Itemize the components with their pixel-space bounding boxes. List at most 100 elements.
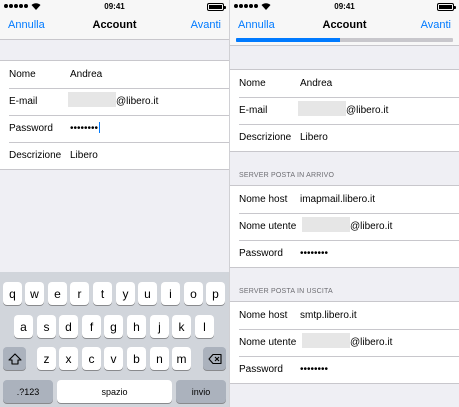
- key-h[interactable]: h: [127, 315, 146, 338]
- next-button[interactable]: Avanti: [191, 19, 221, 31]
- shift-key[interactable]: [3, 347, 26, 370]
- outgoing-user-field[interactable]: @libero.it: [302, 333, 393, 349]
- incoming-user-row[interactable]: Nome utente @libero.it: [230, 213, 459, 240]
- email-domain: @libero.it: [346, 105, 389, 117]
- navigation-bar: Annulla Account Avanti: [0, 14, 229, 40]
- keyboard: q w e r t y u i o p a s d f g h j k l z …: [0, 272, 229, 407]
- key-j[interactable]: j: [150, 315, 169, 338]
- battery-icon: [207, 3, 226, 11]
- key-g[interactable]: g: [104, 315, 123, 338]
- description-row[interactable]: Descrizione Libero: [230, 124, 459, 151]
- key-o[interactable]: o: [184, 282, 203, 305]
- incoming-server-form: Nome host imapmail.libero.it Nome utente…: [230, 185, 459, 268]
- outgoing-server-form: Nome host smtp.libero.it Nome utente @li…: [230, 301, 459, 384]
- account-form: Nome Andrea E-mail @libero.it Descrizion…: [230, 69, 459, 152]
- key-q[interactable]: q: [3, 282, 22, 305]
- key-u[interactable]: u: [138, 282, 157, 305]
- key-z[interactable]: z: [37, 347, 56, 370]
- key-p[interactable]: p: [206, 282, 225, 305]
- key-b[interactable]: b: [127, 347, 146, 370]
- user-label: Nome utente: [239, 221, 297, 232]
- incoming-user-field[interactable]: @libero.it: [302, 217, 393, 233]
- redacted-box: [68, 92, 116, 107]
- user-domain: @libero.it: [350, 221, 393, 233]
- outgoing-host-row[interactable]: Nome host smtp.libero.it: [230, 302, 459, 329]
- space-key[interactable]: spazio: [57, 380, 172, 403]
- outgoing-user-row[interactable]: Nome utente @libero.it: [230, 329, 459, 356]
- battery-icon: [437, 3, 456, 11]
- status-time: 09:41: [334, 2, 355, 11]
- right-screen: 09:41 Annulla Account Avanti Nome Andrea…: [230, 0, 459, 407]
- key-d[interactable]: d: [59, 315, 78, 338]
- email-row[interactable]: E-mail @libero.it: [230, 97, 459, 124]
- name-label: Nome: [239, 78, 266, 89]
- password-field[interactable]: ••••••••: [70, 121, 101, 134]
- email-domain: @libero.it: [116, 96, 159, 108]
- status-time: 09:41: [104, 2, 125, 11]
- outgoing-password-row[interactable]: Password ••••••••: [230, 356, 459, 383]
- key-k[interactable]: k: [172, 315, 191, 338]
- password-label: Password: [239, 248, 283, 259]
- name-field[interactable]: Andrea: [300, 78, 332, 89]
- description-row[interactable]: Descrizione Libero: [0, 142, 229, 169]
- verification-progress: [230, 32, 459, 46]
- email-row[interactable]: E-mail @libero.it: [0, 88, 229, 115]
- key-x[interactable]: x: [59, 347, 78, 370]
- description-field[interactable]: Libero: [300, 132, 328, 143]
- key-c[interactable]: c: [82, 347, 101, 370]
- outgoing-server-header: SERVER POSTA IN USCITA: [239, 288, 333, 295]
- key-l[interactable]: l: [195, 315, 214, 338]
- outgoing-password-field[interactable]: ••••••••: [300, 364, 328, 375]
- account-form: Nome Andrea E-mail @libero.it Password •…: [0, 60, 229, 170]
- incoming-host-field[interactable]: imapmail.libero.it: [300, 194, 375, 205]
- key-y[interactable]: y: [116, 282, 135, 305]
- host-label: Nome host: [239, 310, 288, 321]
- redacted-box: [302, 217, 350, 232]
- key-m[interactable]: m: [172, 347, 191, 370]
- shift-arrow-icon: [7, 352, 22, 365]
- password-row[interactable]: Password ••••••••: [0, 115, 229, 142]
- status-bar: 09:41: [230, 0, 459, 14]
- key-t[interactable]: t: [93, 282, 112, 305]
- password-label: Password: [9, 123, 53, 134]
- name-row[interactable]: Nome Andrea: [0, 61, 229, 88]
- description-field[interactable]: Libero: [70, 150, 98, 161]
- redacted-box: [302, 333, 350, 348]
- next-button[interactable]: Avanti: [421, 19, 451, 31]
- incoming-password-row[interactable]: Password ••••••••: [230, 240, 459, 267]
- key-a[interactable]: a: [14, 315, 33, 338]
- email-field[interactable]: @libero.it: [68, 92, 159, 108]
- key-w[interactable]: w: [25, 282, 44, 305]
- incoming-host-row[interactable]: Nome host imapmail.libero.it: [230, 186, 459, 213]
- key-r[interactable]: r: [70, 282, 89, 305]
- delete-key[interactable]: [203, 347, 226, 370]
- progress-fill: [236, 38, 341, 42]
- user-domain: @libero.it: [350, 337, 393, 349]
- name-row[interactable]: Nome Andrea: [230, 70, 459, 97]
- outgoing-host-field[interactable]: smtp.libero.it: [300, 310, 357, 321]
- key-i[interactable]: i: [161, 282, 180, 305]
- progress-track: [236, 38, 453, 42]
- key-e[interactable]: e: [48, 282, 67, 305]
- name-label: Nome: [9, 69, 36, 80]
- key-f[interactable]: f: [82, 315, 101, 338]
- key-s[interactable]: s: [37, 315, 56, 338]
- description-label: Descrizione: [9, 150, 62, 161]
- email-label: E-mail: [9, 96, 38, 107]
- name-field[interactable]: Andrea: [70, 69, 102, 80]
- email-field[interactable]: @libero.it: [298, 101, 389, 117]
- incoming-password-field[interactable]: ••••••••: [300, 248, 328, 259]
- password-label: Password: [239, 364, 283, 375]
- numbers-key[interactable]: .?123: [3, 380, 53, 403]
- return-key[interactable]: invio: [176, 380, 226, 403]
- redacted-box: [298, 101, 346, 116]
- password-dots: ••••••••: [70, 123, 99, 134]
- key-v[interactable]: v: [104, 347, 123, 370]
- left-screen: 09:41 Annulla Account Avanti Nome Andrea…: [0, 0, 229, 407]
- key-n[interactable]: n: [150, 347, 169, 370]
- incoming-server-header: SERVER POSTA IN ARRIVO: [239, 172, 335, 179]
- email-label: E-mail: [239, 105, 268, 116]
- status-bar: 09:41: [0, 0, 229, 14]
- backspace-icon: [207, 353, 222, 364]
- host-label: Nome host: [239, 194, 288, 205]
